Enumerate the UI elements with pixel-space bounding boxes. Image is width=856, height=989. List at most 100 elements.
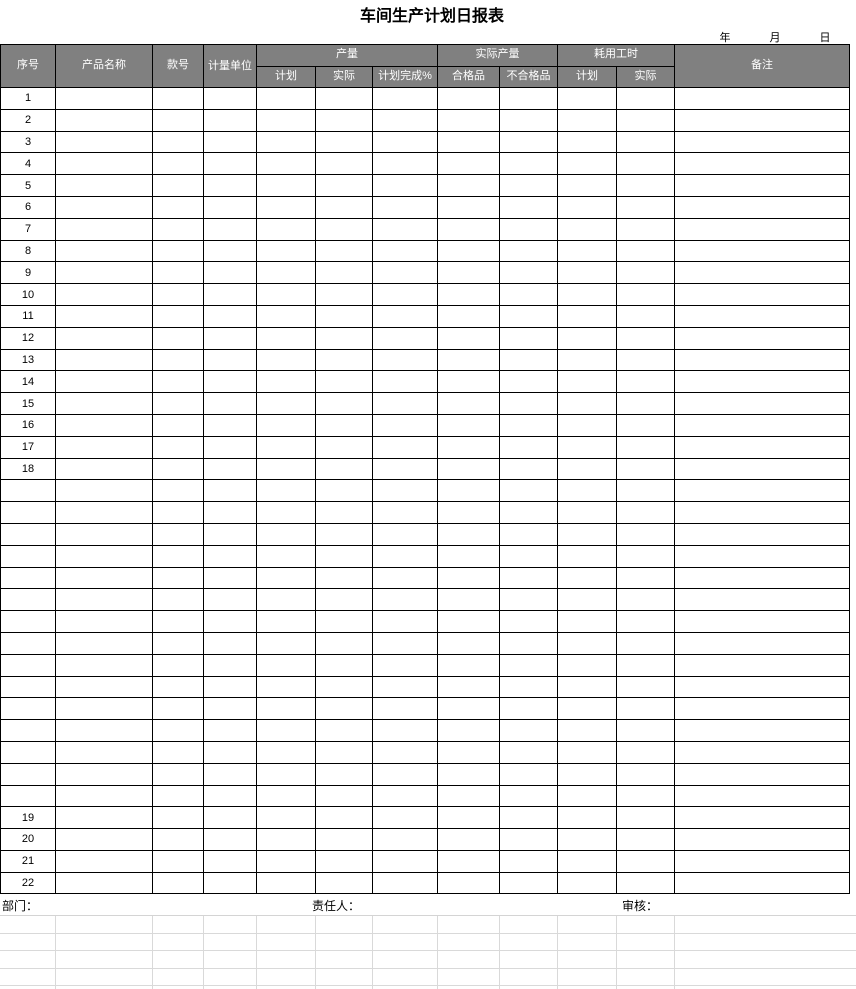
data-cell[interactable]: [152, 849, 204, 873]
row-sequence-cell[interactable]: 2: [0, 108, 56, 132]
data-cell[interactable]: [55, 261, 153, 285]
data-cell[interactable]: [256, 457, 316, 481]
data-cell[interactable]: [557, 762, 618, 786]
data-cell[interactable]: [315, 217, 373, 241]
data-cell[interactable]: [256, 544, 316, 568]
data-cell[interactable]: [256, 610, 316, 633]
data-cell[interactable]: [371, 87, 439, 110]
data-cell[interactable]: [152, 784, 204, 808]
table-row[interactable]: 2: [0, 108, 851, 132]
data-cell[interactable]: [371, 849, 439, 873]
row-sequence-cell[interactable]: [0, 588, 56, 612]
data-cell[interactable]: [557, 130, 618, 154]
data-cell[interactable]: [315, 762, 373, 786]
table-row[interactable]: 6: [0, 195, 851, 219]
data-cell[interactable]: [371, 588, 439, 612]
row-sequence-cell[interactable]: [0, 675, 56, 699]
data-cell[interactable]: [674, 522, 851, 546]
data-cell[interactable]: [674, 261, 851, 285]
grid-row[interactable]: [0, 916, 856, 934]
data-cell[interactable]: [616, 413, 676, 437]
data-cell[interactable]: [437, 130, 501, 154]
data-cell[interactable]: [55, 174, 153, 197]
data-cell[interactable]: [557, 283, 618, 306]
data-cell[interactable]: [55, 108, 153, 132]
data-cell[interactable]: [674, 806, 851, 830]
data-cell[interactable]: [152, 588, 204, 612]
data-cell[interactable]: [499, 871, 559, 895]
data-cell[interactable]: [203, 370, 257, 394]
grid-row[interactable]: [0, 934, 856, 952]
data-cell[interactable]: [371, 479, 439, 503]
data-cell[interactable]: [152, 522, 204, 546]
row-sequence-cell[interactable]: 19: [0, 806, 56, 830]
row-sequence-cell[interactable]: [0, 479, 56, 503]
data-cell[interactable]: [557, 784, 618, 808]
data-cell[interactable]: [616, 130, 676, 154]
data-cell[interactable]: [256, 87, 316, 110]
data-cell[interactable]: [203, 588, 257, 612]
row-sequence-cell[interactable]: 1: [0, 87, 56, 110]
row-sequence-cell[interactable]: 17: [0, 435, 56, 459]
data-cell[interactable]: [256, 828, 316, 851]
data-cell[interactable]: [315, 479, 373, 503]
data-cell[interactable]: [256, 283, 316, 306]
data-cell[interactable]: [674, 762, 851, 786]
data-cell[interactable]: [437, 435, 501, 459]
table-row[interactable]: 12: [0, 326, 851, 350]
data-cell[interactable]: [499, 522, 559, 546]
data-cell[interactable]: [371, 806, 439, 830]
data-cell[interactable]: [557, 566, 618, 590]
data-cell[interactable]: [371, 762, 439, 786]
data-cell[interactable]: [203, 806, 257, 830]
data-cell[interactable]: [315, 87, 373, 110]
data-cell[interactable]: [152, 457, 204, 481]
data-cell[interactable]: [203, 719, 257, 742]
data-cell[interactable]: [256, 740, 316, 764]
data-cell[interactable]: [55, 501, 153, 524]
data-cell[interactable]: [152, 217, 204, 241]
data-cell[interactable]: [437, 87, 501, 110]
data-cell[interactable]: [371, 610, 439, 633]
data-cell[interactable]: [499, 174, 559, 197]
data-cell[interactable]: [203, 522, 257, 546]
data-cell[interactable]: [557, 370, 618, 394]
data-cell[interactable]: [256, 588, 316, 612]
table-row[interactable]: [0, 740, 851, 764]
table-row[interactable]: [0, 675, 851, 699]
data-cell[interactable]: [371, 566, 439, 590]
data-cell[interactable]: [499, 283, 559, 306]
data-cell[interactable]: [674, 871, 851, 895]
data-cell[interactable]: [371, 871, 439, 895]
data-cell[interactable]: [371, 283, 439, 306]
data-cell[interactable]: [371, 631, 439, 655]
data-cell[interactable]: [55, 370, 153, 394]
data-cell[interactable]: [674, 849, 851, 873]
data-cell[interactable]: [152, 392, 204, 415]
data-cell[interactable]: [616, 828, 676, 851]
data-cell[interactable]: [499, 806, 559, 830]
data-cell[interactable]: [616, 457, 676, 481]
data-cell[interactable]: [256, 479, 316, 503]
data-cell[interactable]: [55, 740, 153, 764]
row-sequence-cell[interactable]: [0, 610, 56, 633]
data-cell[interactable]: [674, 108, 851, 132]
data-cell[interactable]: [674, 174, 851, 197]
data-cell[interactable]: [256, 697, 316, 721]
data-cell[interactable]: [203, 348, 257, 372]
data-cell[interactable]: [55, 631, 153, 655]
data-cell[interactable]: [557, 806, 618, 830]
data-cell[interactable]: [557, 152, 618, 176]
table-row[interactable]: [0, 653, 851, 677]
data-cell[interactable]: [55, 435, 153, 459]
data-cell[interactable]: [499, 653, 559, 677]
row-sequence-cell[interactable]: [0, 653, 56, 677]
row-sequence-cell[interactable]: 11: [0, 304, 56, 328]
data-cell[interactable]: [674, 828, 851, 851]
data-cell[interactable]: [152, 828, 204, 851]
data-cell[interactable]: [616, 283, 676, 306]
data-cell[interactable]: [256, 413, 316, 437]
data-cell[interactable]: [557, 522, 618, 546]
data-cell[interactable]: [674, 283, 851, 306]
data-cell[interactable]: [437, 806, 501, 830]
